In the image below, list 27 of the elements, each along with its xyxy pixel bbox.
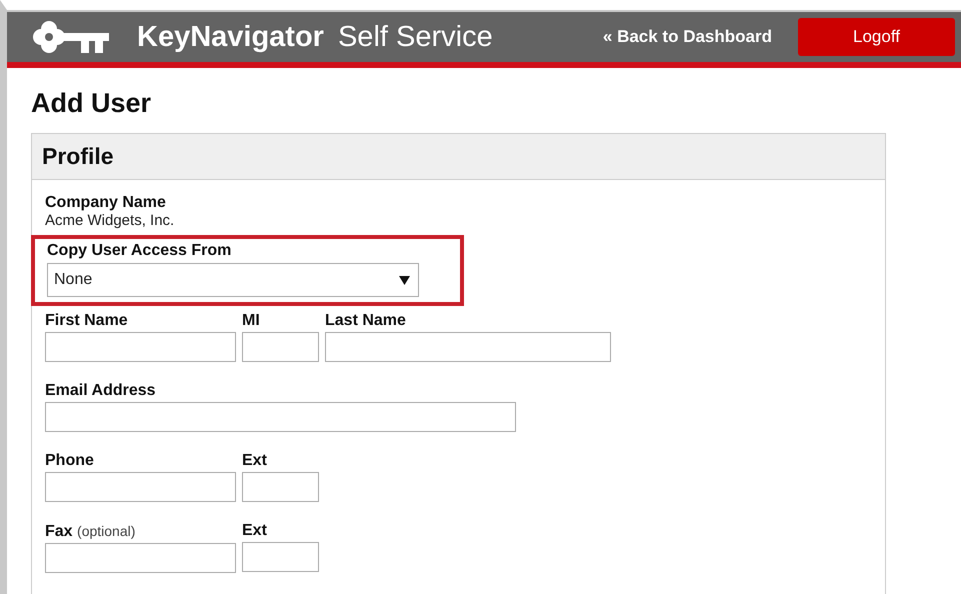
panel-title: Profile xyxy=(32,134,885,180)
company-value: Acme Widgets, Inc. xyxy=(45,212,176,229)
input-field[interactable] xyxy=(45,332,236,362)
field-label: MI xyxy=(242,312,261,330)
field-label: Ext xyxy=(242,452,268,470)
page-title: Add User xyxy=(31,88,152,119)
back-to-dashboard-link[interactable]: « Back to Dashboard xyxy=(602,27,772,47)
input-field[interactable] xyxy=(45,402,516,432)
field-label: Company Name xyxy=(45,194,167,212)
input-field[interactable] xyxy=(325,332,611,362)
input-field[interactable] xyxy=(242,472,319,502)
field-label: Last Name xyxy=(325,312,407,330)
input-field[interactable] xyxy=(45,543,236,573)
logoff-button[interactable]: Logoff xyxy=(798,18,955,56)
brand-name: KeyNavigator xyxy=(137,20,324,54)
input-field[interactable] xyxy=(242,332,319,362)
dropdown-caret-icon xyxy=(399,276,410,284)
field-label: Fax (optional) xyxy=(45,522,136,541)
input-field[interactable] xyxy=(242,542,319,572)
copy-access-dropdown[interactable]: None xyxy=(47,263,419,297)
field-label: Email Address xyxy=(45,382,157,400)
field-label: Ext xyxy=(242,522,268,540)
field-label: First Name xyxy=(45,312,129,330)
field-label: Copy User Access From xyxy=(47,242,232,260)
app-subtitle: Self Service xyxy=(338,20,493,54)
field-label: Phone xyxy=(45,452,95,470)
input-field[interactable] xyxy=(45,472,236,502)
